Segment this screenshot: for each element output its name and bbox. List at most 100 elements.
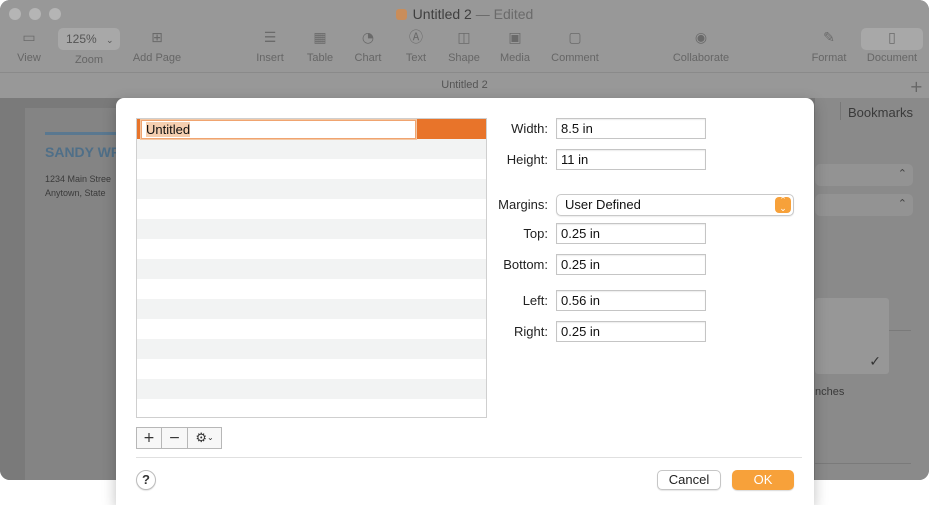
paper-size-dialog: Untitled + − ⚙⌄ Width: 8.5 in Height: 11…: [116, 98, 814, 505]
list-item[interactable]: [137, 359, 486, 379]
edited-status: Edited: [493, 6, 534, 22]
zoom-label: Zoom: [74, 54, 104, 66]
paper-size-list[interactable]: Untitled: [136, 118, 487, 418]
table-button[interactable]: ▦ Table: [303, 30, 337, 64]
insert-icon: ☰: [263, 30, 277, 46]
shape-button[interactable]: ◫ Shape: [446, 30, 482, 64]
top-margin-field[interactable]: 0.25 in: [556, 223, 706, 244]
inspector-popup-1[interactable]: ⌃: [815, 164, 913, 186]
document-label: Document: [866, 52, 918, 64]
insert-button[interactable]: ☰ Insert: [252, 30, 288, 64]
window-title-area: Untitled 2 — Edited: [0, 6, 929, 22]
paper-name-input[interactable]: Untitled: [141, 120, 416, 139]
sidebar-icon: ▭: [22, 30, 36, 46]
dialog-divider: [136, 457, 802, 458]
shape-icon: ◫: [457, 30, 471, 46]
collaborate-label: Collaborate: [672, 52, 730, 64]
inspector-popup-2[interactable]: ⌃: [815, 194, 913, 216]
list-item[interactable]: [137, 279, 486, 299]
left-margin-label: Left:: [522, 293, 548, 308]
format-label: Format: [811, 52, 847, 64]
help-button[interactable]: ?: [136, 470, 156, 490]
margins-label: Margins:: [498, 197, 548, 212]
comment-button[interactable]: ▢ Comment: [547, 30, 603, 64]
table-label: Table: [306, 52, 334, 64]
action-menu-button[interactable]: ⚙⌄: [188, 427, 222, 449]
top-margin-label: Top:: [523, 226, 548, 241]
new-tab-plus-icon[interactable]: +: [910, 77, 923, 96]
width-field[interactable]: 8.5 in: [556, 118, 706, 139]
list-item[interactable]: [137, 139, 486, 159]
chevron-updown-icon: ⌃ ⌄: [775, 197, 791, 214]
comment-icon: ▢: [568, 30, 582, 46]
chart-label: Chart: [354, 52, 382, 64]
insert-label: Insert: [256, 52, 284, 64]
inspector-tab-divider: [840, 102, 841, 120]
chart-button[interactable]: ◔ Chart: [351, 30, 385, 64]
checkmark-icon: ✓: [869, 354, 881, 370]
add-page-icon: ⊞: [151, 30, 163, 46]
collaborate-icon: ◉: [694, 30, 708, 46]
right-margin-label: Right:: [514, 324, 548, 339]
paintbrush-icon: ✎: [823, 30, 835, 46]
margins-popup[interactable]: User Defined ⌃ ⌄: [556, 194, 794, 216]
page-address-line-2: Anytown, State: [45, 188, 106, 198]
comment-label: Comment: [551, 52, 599, 64]
bottom-margin-field[interactable]: 0.25 in: [556, 254, 706, 275]
list-item[interactable]: [137, 379, 486, 399]
tab-untitled-2[interactable]: Untitled 2: [0, 79, 929, 91]
list-item[interactable]: [137, 219, 486, 239]
edited-separator: —: [475, 6, 490, 22]
document-icon: [395, 9, 407, 20]
zoom-caption: Zoom: [72, 54, 106, 66]
right-margin-field[interactable]: 0.25 in: [556, 321, 706, 342]
inspector-units-text: nches: [815, 386, 845, 398]
document-inspector: Bookmarks ⌃ ⌃ ✓ nches: [815, 98, 929, 480]
page-address-line-1: 1234 Main Stree: [45, 174, 112, 184]
ok-button[interactable]: OK: [732, 470, 794, 490]
document-button[interactable]: ▯ Document: [862, 30, 922, 64]
media-icon: ▣: [508, 30, 522, 46]
cancel-button[interactable]: Cancel: [657, 470, 721, 490]
view-label: View: [17, 52, 41, 64]
list-item[interactable]: [137, 299, 486, 319]
add-page-button[interactable]: ⊞ Add Page: [130, 30, 184, 64]
media-button[interactable]: ▣ Media: [496, 30, 534, 64]
table-icon: ▦: [313, 30, 327, 46]
page-name-text: SANDY WR: [45, 144, 121, 160]
page-header-rule: [45, 132, 125, 135]
list-item[interactable]: [137, 179, 486, 199]
list-item[interactable]: [137, 239, 486, 259]
tab-bookmarks[interactable]: Bookmarks: [848, 105, 913, 120]
text-button[interactable]: Ⓐ Text: [401, 30, 431, 64]
view-button[interactable]: ▭ View: [14, 30, 44, 64]
height-field[interactable]: 11 in: [556, 149, 706, 170]
left-margin-field[interactable]: 0.56 in: [556, 290, 706, 311]
inspector-divider-bottom: [815, 463, 911, 464]
inspector-option-card[interactable]: ✓: [815, 298, 889, 374]
add-paper-button[interactable]: +: [136, 427, 162, 449]
text-label: Text: [405, 52, 427, 64]
chart-icon: ◔: [361, 30, 375, 46]
document-page: SANDY WR 1234 Main Stree Anytown, State: [25, 108, 125, 480]
window-title: Untitled 2: [412, 6, 472, 22]
add-page-label: Add Page: [132, 52, 182, 64]
list-item[interactable]: [137, 399, 486, 417]
margins-value: User Defined: [565, 197, 641, 212]
list-item[interactable]: [137, 319, 486, 339]
list-item-selected[interactable]: Untitled: [137, 119, 486, 139]
height-label: Height:: [506, 152, 548, 167]
list-item[interactable]: [137, 159, 486, 179]
chevron-down-icon: ⌄: [206, 433, 214, 442]
list-item[interactable]: [137, 259, 486, 279]
zoom-popup[interactable]: 125% ⌄: [58, 28, 120, 50]
format-button[interactable]: ✎ Format: [808, 30, 850, 64]
chevron-updown-icon: ⌃: [897, 167, 907, 180]
gear-icon: ⚙: [195, 431, 207, 446]
collaborate-button[interactable]: ◉ Collaborate: [669, 30, 733, 64]
list-item[interactable]: [137, 339, 486, 359]
tab-bar: Untitled 2 +: [0, 72, 929, 98]
paper-name-text: Untitled: [146, 122, 191, 137]
remove-paper-button[interactable]: −: [162, 427, 188, 449]
list-item[interactable]: [137, 199, 486, 219]
